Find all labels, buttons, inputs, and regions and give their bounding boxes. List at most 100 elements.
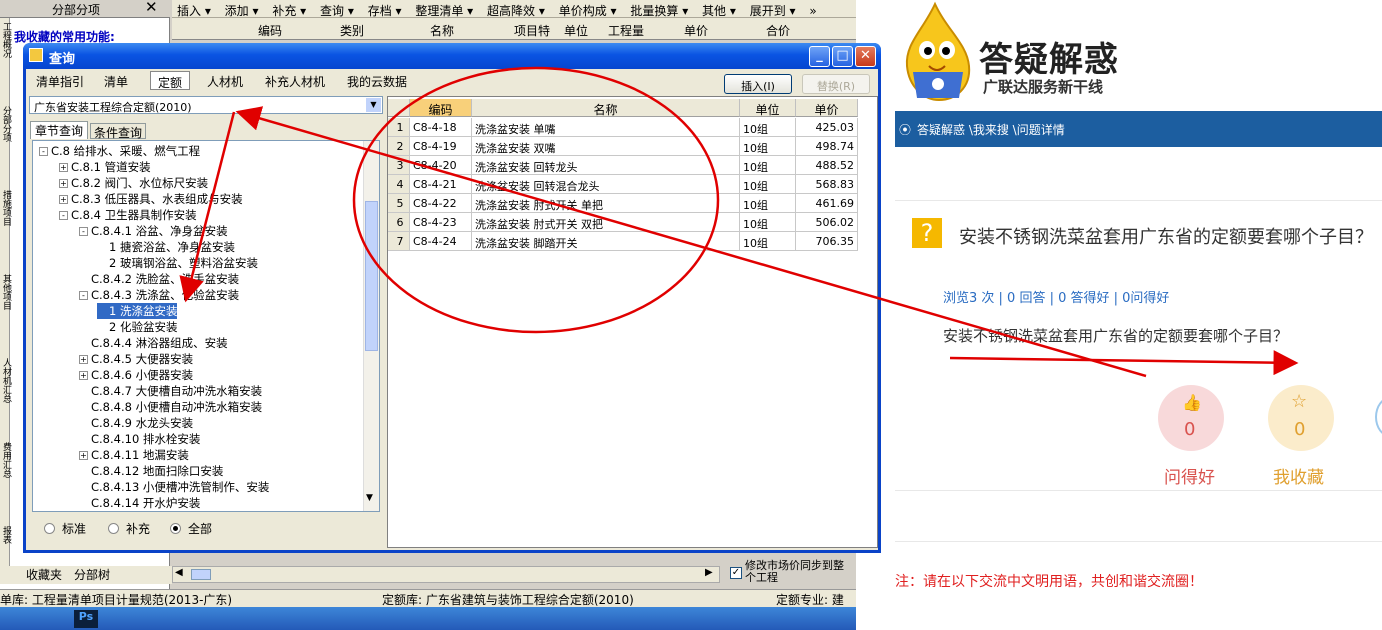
toolbar-archive[interactable]: 存档 ▾ [363,0,407,17]
grid-header-name[interactable]: 名称 [472,99,740,117]
tree-node[interactable]: 1 洗涤盆安装 [97,303,178,319]
tree-node[interactable]: + C.8.4.5 大便器安装 [79,351,193,367]
vtab-measures[interactable]: 措施项目 [0,190,13,270]
table-row[interactable]: 1 C8-4-18 洗涤盆安装 单嘴 10组 425.03 [388,118,858,137]
grid-header-unit[interactable]: 单位 [740,99,796,117]
expand-icon[interactable]: + [79,355,88,364]
tree-node[interactable]: - C.8.4 卫生器具制作安装 [59,207,197,223]
grid-header-price[interactable]: 单价 [796,99,858,117]
expand-icon[interactable]: + [59,179,68,188]
close-icon[interactable]: ✕ [855,46,876,67]
checkbox-checked-icon[interactable]: ✓ [730,567,742,579]
toolbar-supplement[interactable]: 补充 ▾ [267,0,311,17]
tree-node[interactable]: - C.8 给排水、采暖、燃气工程 [39,143,200,159]
like-label[interactable]: 问得好 [1164,463,1215,488]
radio-standard[interactable] [44,523,55,534]
collapse-icon[interactable]: - [39,147,48,156]
vtab-fees[interactable]: 费用汇总 [0,442,13,522]
horizontal-scrollbar[interactable]: ◀ ▶ [172,566,720,583]
toolbar-other[interactable]: 其他 ▾ [697,0,741,17]
grid-header-code[interactable]: 编码 [410,99,472,117]
share-circle-partial[interactable] [1375,397,1382,437]
tab-supplement-material[interactable]: 补充人材机 [260,71,330,90]
col-quantity[interactable]: 工程量 [608,22,644,39]
library-select[interactable]: 广东省安装工程综合定额(2010) ▼ [29,96,383,114]
tab-list-guide[interactable]: 清单指引 [30,71,90,90]
tree-node[interactable]: + C.8.1 管道安装 [59,159,151,175]
collapse-icon[interactable]: - [79,291,88,300]
col-type[interactable]: 类别 [340,22,364,39]
tree-node[interactable]: 2 玻璃钢浴盆、塑料浴盆安装 [97,255,258,271]
tree-node[interactable]: C.8.4.2 洗脸盆、洗手盆安装 [79,271,239,287]
col-feature[interactable]: 项目特 [514,22,550,39]
vtab-other[interactable]: 其他项目 [0,274,13,354]
collapse-icon[interactable]: - [59,211,68,220]
vtab-summary[interactable]: 人材机汇总 [0,358,13,438]
tree-node[interactable]: C.8.4.8 小便槽自动冲洗水箱安装 [79,399,262,415]
maximize-icon[interactable]: □ [832,46,853,67]
table-row[interactable]: 4 C8-4-21 洗涤盆安装 回转混合龙头 10组 568.83 [388,175,858,194]
scroll-thumb[interactable] [191,569,211,580]
scroll-right-icon[interactable]: ▶ [705,567,713,578]
toolbar-height-reduce[interactable]: 超高降效 ▾ [482,0,550,17]
col-name[interactable]: 名称 [430,22,454,39]
replace-button[interactable]: 替换(R) [802,74,870,94]
toolbar-expand[interactable]: 展开到 ▾ [745,0,801,17]
photoshop-icon[interactable]: Ps [74,610,98,628]
tab-chapter-query[interactable]: 章节查询 [30,121,88,139]
insert-button[interactable]: 插入(I) [724,74,792,94]
tree-node[interactable]: C.8.4.7 大便槽自动冲洗水箱安装 [79,383,262,399]
chevron-down-icon[interactable]: ▼ [366,98,381,112]
table-row[interactable]: 6 C8-4-23 洗涤盆安装 肘式开关 双把 10组 506.02 [388,213,858,232]
tree-node[interactable]: 1 搪瓷浴盆、净身盆安装 [97,239,235,255]
tree-node[interactable]: - C.8.4.1 浴盆、净身盆安装 [79,223,228,239]
table-row[interactable]: 3 C8-4-20 洗涤盆安装 回转龙头 10组 488.52 [388,156,858,175]
tree-node[interactable]: + C.8.2 阀门、水位标尺安装 [59,175,208,191]
col-price[interactable]: 单价 [684,22,708,39]
tree-node[interactable]: + C.8.4.11 地漏安装 [79,447,189,463]
tab-division-tree[interactable]: 分部树 [74,566,110,583]
expand-icon[interactable]: + [59,195,68,204]
toolbar-insert[interactable]: 插入 ▾ [172,0,216,17]
vertical-scrollbar[interactable]: ▼ [363,141,379,511]
tab-list[interactable]: 清单 [96,71,136,90]
toolbar-more[interactable]: » [804,2,821,17]
toolbar-batch-convert[interactable]: 批量换算 ▾ [625,0,693,17]
fav-label[interactable]: 我收藏 [1273,463,1324,488]
tab-labor-material[interactable]: 人材机 [202,71,248,90]
sync-checkbox[interactable]: ✓ 修改市场价同步到整个工程 [728,560,848,588]
table-row[interactable]: 7 C8-4-24 洗涤盆安装 脚踏开关 10组 706.35 [388,232,858,251]
table-row[interactable]: 5 C8-4-22 洗涤盆安装 肘式开关 单把 10组 461.69 [388,194,858,213]
favorite-button[interactable]: ☆ 0 [1268,385,1334,451]
toolbar-unit-price[interactable]: 单价构成 ▾ [554,0,622,17]
radio-all[interactable] [170,523,181,534]
col-total[interactable]: 合价 [766,22,790,39]
tree-node[interactable]: + C.8.3 低压器具、水表组成与安装 [59,191,243,207]
tree-node[interactable]: - C.8.4.3 洗涤盆、化验盆安装 [79,287,239,303]
tree-node[interactable]: 2 化验盆安装 [97,319,177,335]
vtab-items[interactable]: 分部分项 [0,106,13,186]
expand-icon[interactable]: + [59,163,68,172]
toolbar-organize[interactable]: 整理清单 ▾ [410,0,478,17]
tab-quota[interactable]: 定额 [150,71,190,90]
tab-cloud-data[interactable]: 我的云数据 [342,71,412,90]
tree-node[interactable]: C.8.4.10 排水栓安装 [79,431,200,447]
tree-node[interactable]: C.8.4.4 淋浴器组成、安装 [79,335,228,351]
scroll-down-icon[interactable]: ▼ [366,493,373,503]
radio-supplement[interactable] [108,523,119,534]
tree-node[interactable]: + C.8.4.6 小便器安装 [79,367,193,383]
close-icon[interactable]: ✕ [145,0,158,16]
expand-icon[interactable]: + [79,371,88,380]
tab-favorites[interactable]: 收藏夹 [26,566,62,583]
tree-node[interactable]: C.8.4.9 水龙头安装 [79,415,193,431]
collapse-icon[interactable]: - [79,227,88,236]
col-code[interactable]: 编码 [258,22,282,39]
tree-node[interactable]: C.8.4.13 小便槽冲洗管制作、安装 [79,479,269,495]
scroll-thumb[interactable] [365,201,378,351]
minimize-icon[interactable]: _ [809,46,830,67]
scroll-left-icon[interactable]: ◀ [175,567,183,578]
tree-node[interactable]: C.8.4.14 开水炉安装 [79,495,200,511]
vtab-overview[interactable]: 工程概况 [0,22,13,102]
tab-condition-query[interactable]: 条件查询 [90,123,146,140]
toolbar-query[interactable]: 查询 ▾ [315,0,359,17]
